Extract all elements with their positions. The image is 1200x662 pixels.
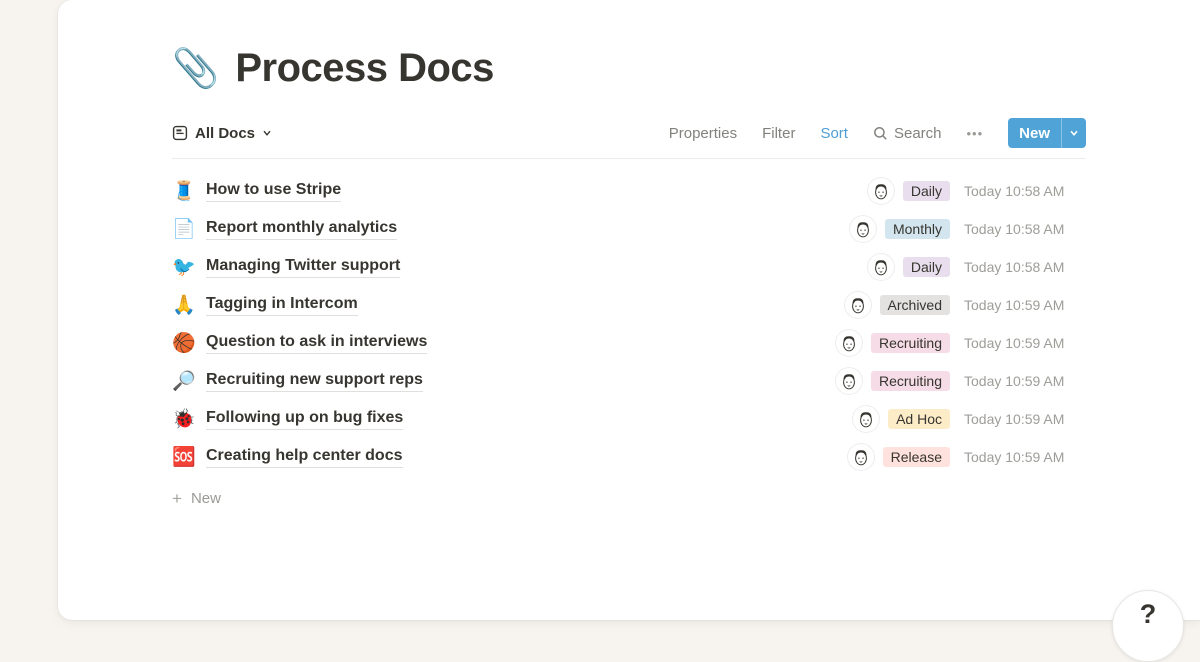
add-new-row[interactable]: + New [172,482,1086,514]
edited-time: Today 10:59 AM [964,335,1086,351]
page-card: 📎 Process Docs All Docs Properties [58,0,1200,620]
chevron-down-icon [262,128,272,138]
person-avatar[interactable] [868,178,894,204]
doc-emoji-icon: 🙏 [172,296,196,315]
search-label: Search [894,125,942,142]
edited-time: Today 10:59 AM [964,411,1086,427]
new-button[interactable]: New [1008,118,1061,148]
doc-emoji-icon: 🐞 [172,410,196,429]
table-row[interactable]: 🐞 Following up on bug fixes Ad Hoc Today… [172,400,1086,438]
doc-title-link[interactable]: Question to ask in interviews [206,333,427,354]
view-toolbar: All Docs Properties Filter Sort Sea [172,117,1086,149]
properties-button[interactable]: Properties [669,125,737,142]
new-button-group: New [1008,118,1086,148]
paperclip-icon[interactable]: 📎 [172,50,219,88]
status-tag[interactable]: Daily [903,257,950,277]
more-options-icon[interactable]: ••• [967,126,984,141]
doc-title-link[interactable]: Report monthly analytics [206,219,397,240]
edited-time: Today 10:59 AM [964,373,1086,389]
search-icon [873,126,888,141]
table-row[interactable]: 🧵 How to use Stripe Daily Today 10:58 AM [172,172,1086,210]
doc-emoji-icon: 🔎 [172,372,196,391]
edited-time: Today 10:59 AM [964,297,1086,313]
edited-time: Today 10:58 AM [964,221,1086,237]
doc-title-link[interactable]: How to use Stripe [206,181,341,202]
person-avatar[interactable] [845,292,871,318]
person-avatar[interactable] [848,444,874,470]
doc-emoji-icon: 📄 [172,220,196,239]
table-body: 🧵 How to use Stripe Daily Today 10:58 AM… [172,172,1086,476]
add-new-label: New [191,490,221,507]
search-button[interactable]: Search [873,125,942,142]
person-avatar[interactable] [853,406,879,432]
doc-title-link[interactable]: Following up on bug fixes [206,409,403,430]
status-tag[interactable]: Recruiting [871,333,950,353]
status-tag[interactable]: Daily [903,181,950,201]
doc-title-link[interactable]: Managing Twitter support [206,257,400,278]
table-row[interactable]: 📄 Report monthly analytics Monthly Today… [172,210,1086,248]
new-button-dropdown[interactable] [1061,118,1086,148]
status-tag[interactable]: Release [883,447,950,467]
view-label: All Docs [195,125,255,142]
doc-title-link[interactable]: Creating help center docs [206,447,403,468]
table-row[interactable]: 🐦 Managing Twitter support Daily Today 1… [172,248,1086,286]
plus-icon: + [172,490,182,507]
status-tag[interactable]: Monthly [885,219,950,239]
status-tag[interactable]: Recruiting [871,371,950,391]
status-tag[interactable]: Archived [880,295,950,315]
table-row[interactable]: 🙏 Tagging in Intercom Archived Today 10:… [172,286,1086,324]
filter-button[interactable]: Filter [762,125,795,142]
status-tag[interactable]: Ad Hoc [888,409,950,429]
person-avatar[interactable] [836,368,862,394]
doc-title-link[interactable]: Tagging in Intercom [206,295,358,316]
doc-emoji-icon: 🧵 [172,182,196,201]
doc-emoji-icon: 🏀 [172,334,196,353]
page-title[interactable]: Process Docs [235,46,494,91]
doc-emoji-icon: 🆘 [172,448,196,467]
view-switcher[interactable]: All Docs [172,125,272,142]
table-row[interactable]: 🏀 Question to ask in interviews Recruiti… [172,324,1086,362]
doc-title-link[interactable]: Recruiting new support reps [206,371,423,392]
person-avatar[interactable] [868,254,894,280]
doc-emoji-icon: 🐦 [172,258,196,277]
edited-time: Today 10:58 AM [964,259,1086,275]
person-avatar[interactable] [836,330,862,356]
person-avatar[interactable] [850,216,876,242]
page-header: 📎 Process Docs [172,46,1086,91]
list-view-icon [172,125,188,141]
edited-time: Today 10:59 AM [964,449,1086,465]
edited-time: Today 10:58 AM [964,183,1086,199]
table-row[interactable]: 🆘 Creating help center docs Release Toda… [172,438,1086,476]
help-button[interactable]: ? [1112,590,1184,662]
table-row[interactable]: 🔎 Recruiting new support reps Recruiting… [172,362,1086,400]
sort-button[interactable]: Sort [820,125,848,142]
toolbar-divider [172,158,1086,159]
